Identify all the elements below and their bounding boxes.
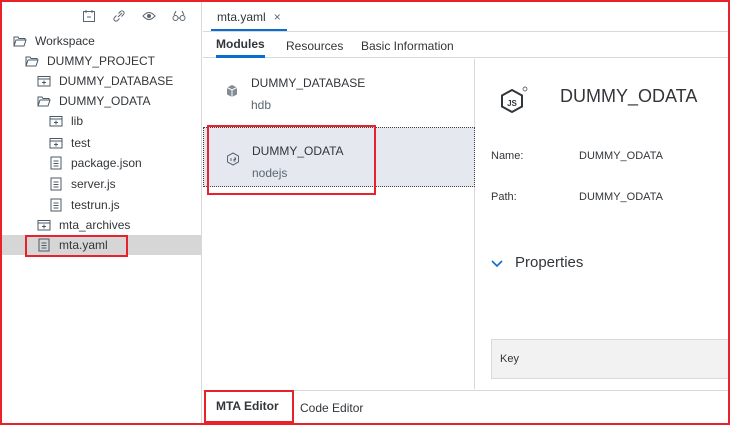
tree-item-mta-archives[interactable]: mta_archives <box>2 215 201 235</box>
tree-item-testrun-js[interactable]: testrun.js <box>2 195 201 215</box>
tree-item-label: DUMMY_ODATA <box>59 94 151 108</box>
file-icon <box>48 177 64 191</box>
file-tab-mta-yaml[interactable]: mta.yaml × <box>211 4 287 31</box>
module-folder-icon <box>48 114 64 128</box>
modules-list: DUMMY_DATABASE hdb DUMMY_ODATA nodejs <box>203 59 475 389</box>
binoculars-icon[interactable] <box>171 8 187 24</box>
properties-label: Properties <box>515 254 584 271</box>
tree-item-dummy-project[interactable]: DUMMY_PROJECT <box>2 51 201 71</box>
tree-item-label: test <box>71 136 91 150</box>
tree-item-label: Workspace <box>35 34 95 48</box>
properties-table-header-key: Key <box>491 339 728 379</box>
module-type: hdb <box>251 98 272 112</box>
folder-open-icon <box>24 54 40 68</box>
workspace-explorer: Workspace DUMMY_PROJECT DUMMY_DATABASE D… <box>2 2 202 423</box>
mta-editor: mta.yaml × Modules Resources Basic Infor… <box>203 2 728 424</box>
explorer-toolbar <box>2 2 201 30</box>
eye-icon[interactable] <box>141 8 157 24</box>
module-folder-icon <box>36 218 52 232</box>
tree-item-label: testrun.js <box>71 198 120 212</box>
file-tab-label: mta.yaml <box>217 9 266 24</box>
module-folder-icon <box>48 136 64 150</box>
tree-item-server-js[interactable]: server.js <box>2 174 201 194</box>
hdb-module-icon <box>225 84 239 98</box>
path-label: Path: <box>491 191 517 203</box>
module-name: DUMMY_ODATA <box>252 144 344 158</box>
chevron-down-icon <box>491 255 503 271</box>
tree-item-dummy-database[interactable]: DUMMY_DATABASE <box>2 71 201 91</box>
tree-item-label: package.json <box>71 156 142 170</box>
tree-item-label: lib <box>71 114 84 128</box>
nodejs-logo-icon: JS <box>501 86 528 114</box>
file-icon <box>48 198 64 212</box>
svg-text:JS: JS <box>507 99 517 108</box>
tree-item-test[interactable]: test <box>2 133 201 153</box>
name-value: DUMMY_ODATA <box>579 150 663 162</box>
module-name: DUMMY_DATABASE <box>251 76 366 90</box>
folder-open-icon <box>36 94 52 108</box>
tree-item-label: DUMMY_PROJECT <box>47 54 156 68</box>
tree-item-label: DUMMY_DATABASE <box>59 74 174 88</box>
editor-mode-tabs: MTA Editor Code Editor <box>203 390 728 424</box>
nodejs-module-icon <box>226 152 240 166</box>
module-item-dummy-database[interactable]: DUMMY_DATABASE hdb <box>203 60 475 120</box>
module-item-dummy-odata[interactable]: DUMMY_ODATA nodejs <box>203 127 475 187</box>
tree-item-label: server.js <box>71 177 116 191</box>
tree-item-package-json[interactable]: package.json <box>2 153 201 173</box>
tree-item-mta-yaml[interactable]: mta.yaml <box>2 235 201 255</box>
name-label: Name: <box>491 150 524 162</box>
tree-item-workspace[interactable]: Workspace <box>2 31 201 51</box>
tree-item-label: mta_archives <box>59 218 131 232</box>
properties-section-toggle[interactable]: Properties <box>491 254 583 271</box>
tree-item-label: mta.yaml <box>59 238 108 252</box>
tab-resources[interactable]: Resources <box>286 33 343 58</box>
tab-modules[interactable]: Modules <box>216 33 265 58</box>
path-value: DUMMY_ODATA <box>579 191 663 203</box>
folder-open-icon <box>12 34 28 48</box>
tab-mta-editor[interactable]: MTA Editor <box>216 391 279 424</box>
module-folder-icon <box>36 74 52 88</box>
module-title: DUMMY_ODATA <box>560 86 698 106</box>
tab-code-editor[interactable]: Code Editor <box>300 391 363 424</box>
module-type: nodejs <box>252 166 288 180</box>
link-icon[interactable] <box>111 8 127 24</box>
tree-item-lib[interactable]: lib <box>2 111 201 131</box>
module-detail-panel: JS DUMMY_ODATA Name: DUMMY_ODATA Path: D… <box>491 59 728 389</box>
file-icon <box>48 156 64 170</box>
file-icon <box>36 238 52 252</box>
editor-tab-bar: mta.yaml × <box>203 2 728 32</box>
tab-basic-information[interactable]: Basic Information <box>361 33 454 58</box>
close-icon[interactable]: × <box>274 10 281 24</box>
editor-subtabs: Modules Resources Basic Information <box>203 33 728 58</box>
collapse-icon[interactable] <box>81 8 97 24</box>
tree-item-dummy-odata[interactable]: DUMMY_ODATA <box>2 91 201 111</box>
